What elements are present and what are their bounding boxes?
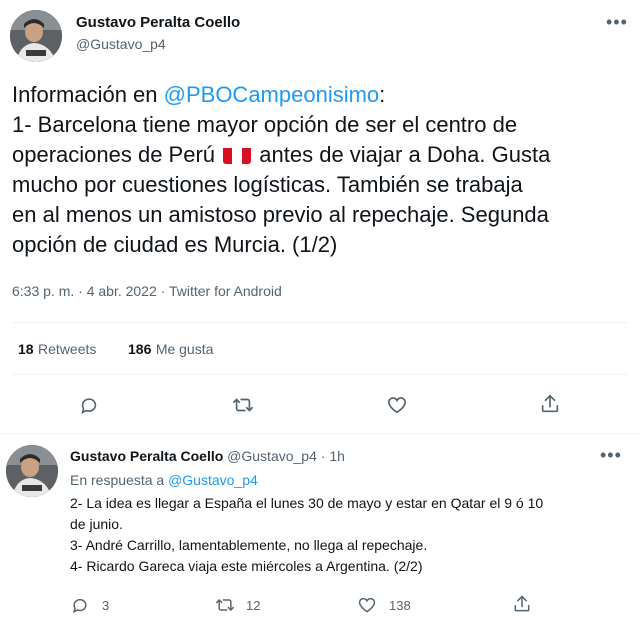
reply-separator: · bbox=[320, 448, 326, 464]
reply-share-button[interactable] bbox=[512, 593, 532, 615]
author-handle[interactable]: @Gustavo_p4 bbox=[76, 36, 166, 52]
reply-time[interactable]: 1h bbox=[329, 448, 345, 464]
reply-icon bbox=[73, 599, 87, 614]
tweet-text-intro: Información en bbox=[12, 82, 164, 107]
tweet-text-line4: en al menos un amistoso previo al repech… bbox=[12, 202, 549, 227]
reply-more-options-icon[interactable]: ••• bbox=[600, 445, 622, 466]
likes-stat[interactable]: 186 Me gusta bbox=[128, 341, 213, 359]
more-options-icon[interactable]: ••• bbox=[606, 12, 628, 33]
like-icon[interactable] bbox=[384, 392, 410, 418]
tweet-text: Información en @PBOCampeonisimo: 1- Barc… bbox=[12, 80, 632, 260]
reply-like-button[interactable]: 138 bbox=[357, 594, 411, 616]
tweet-text-colon: : bbox=[379, 82, 386, 107]
share-icon[interactable] bbox=[537, 391, 563, 417]
reply-text-line3: 3- André Carrillo, lamentablemente, no l… bbox=[70, 537, 428, 553]
retweets-count: 18 bbox=[18, 341, 34, 357]
retweets-stat[interactable]: 18 Retweets bbox=[18, 341, 96, 359]
divider bbox=[12, 374, 628, 375]
author-name[interactable]: Gustavo Peralta Coello bbox=[76, 14, 240, 31]
replying-to: En respuesta a @Gustavo_p4 bbox=[70, 472, 258, 488]
reply-author-handle[interactable]: @Gustavo_p4 bbox=[227, 448, 317, 464]
tweet-text-line2b: antes de viajar a Doha. Gusta bbox=[259, 142, 551, 167]
reply-header: Gustavo Peralta Coello @Gustavo_p4 · 1h bbox=[70, 448, 345, 464]
replying-handle-link[interactable]: @Gustavo_p4 bbox=[168, 472, 258, 488]
tweet-timestamp[interactable]: 6:33 p. m. · 4 abr. 2022 · Twitter for A… bbox=[12, 283, 282, 299]
reply-reply-button[interactable]: 3 bbox=[70, 594, 109, 616]
reply-text-line2: de junio. bbox=[70, 516, 123, 532]
like-icon bbox=[358, 597, 376, 613]
reply-reply-count: 3 bbox=[102, 597, 110, 613]
share-icon bbox=[514, 595, 530, 612]
retweet-icon bbox=[215, 599, 235, 611]
reply-author-avatar[interactable] bbox=[6, 445, 58, 497]
reply-text: 2- La idea es llegar a España el lunes 3… bbox=[70, 493, 630, 577]
tweet-text-line2: operaciones de Perú antes de viajar a Do… bbox=[12, 140, 632, 170]
peru-flag-icon bbox=[223, 145, 252, 164]
reply-text-line4: 4- Ricardo Gareca viaja este miércoles a… bbox=[70, 558, 423, 574]
reply-author-name[interactable]: Gustavo Peralta Coello bbox=[70, 448, 223, 464]
reply-icon[interactable] bbox=[76, 392, 102, 418]
tweet-text-line1: 1- Barcelona tiene mayor opción de ser e… bbox=[12, 112, 518, 137]
reply-retweet-button[interactable]: 12 bbox=[214, 594, 260, 616]
tweet-text-line2a: operaciones de Perú bbox=[12, 142, 216, 167]
retweet-icon[interactable] bbox=[229, 392, 257, 418]
replying-prefix: En respuesta a bbox=[70, 472, 169, 488]
mention-link[interactable]: @PBOCampeonisimo bbox=[164, 82, 380, 107]
reply-text-line1: 2- La idea es llegar a España el lunes 3… bbox=[70, 495, 544, 511]
retweets-label: Retweets bbox=[38, 341, 97, 357]
author-avatar[interactable] bbox=[10, 10, 62, 62]
tweet-text-line3: mucho por cuestiones logísticas. También… bbox=[12, 172, 523, 197]
tweet-text-line0: Información en @PBOCampeonisimo: bbox=[12, 80, 632, 110]
divider bbox=[12, 322, 628, 323]
reply-like-count: 138 bbox=[389, 597, 411, 613]
tweet-text-line5: opción de ciudad es Murcia. (1/2) bbox=[12, 232, 338, 257]
likes-label: Me gusta bbox=[155, 341, 214, 357]
likes-count: 186 bbox=[128, 341, 152, 357]
reply-retweet-count: 12 bbox=[246, 597, 261, 613]
divider bbox=[0, 433, 640, 434]
